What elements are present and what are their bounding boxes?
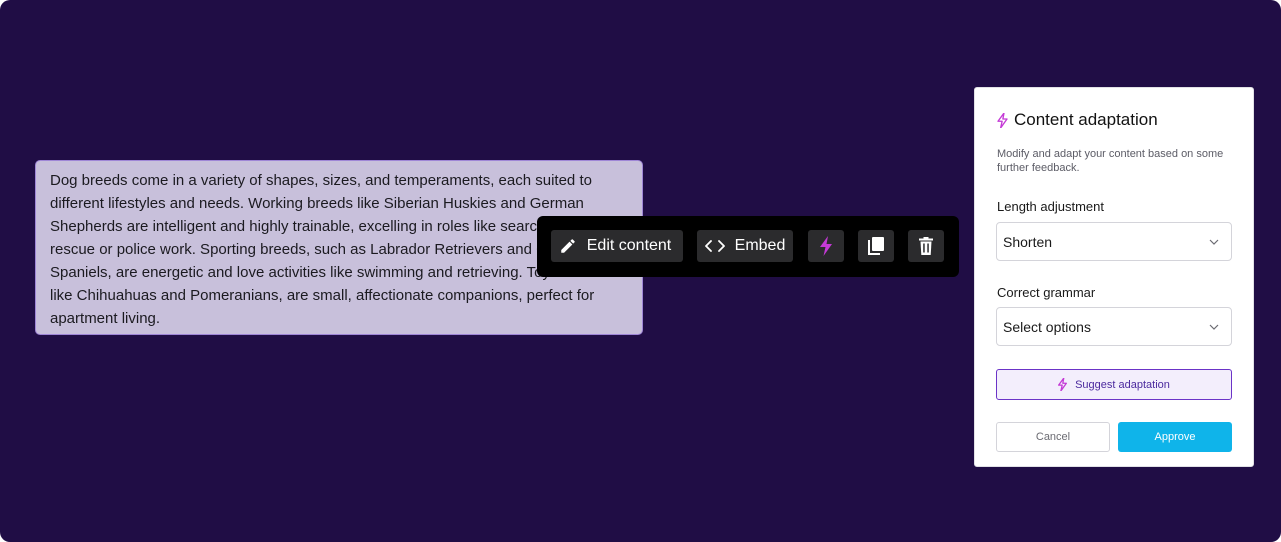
approve-label: Approve xyxy=(1154,431,1196,443)
lightning-icon xyxy=(997,112,1008,128)
cancel-label: Cancel xyxy=(1035,431,1071,443)
content-line: apartment living. xyxy=(50,310,161,327)
copy-button[interactable] xyxy=(858,230,894,262)
content-line: different lifestyles and needs. Working … xyxy=(50,195,584,212)
code-icon xyxy=(704,239,725,253)
correct-grammar-label: Correct grammar xyxy=(997,285,1096,300)
correct-grammar-placeholder: Select options xyxy=(1003,318,1091,335)
content-adaptation-panel: Content adaptation Modify and adapt your… xyxy=(974,87,1254,467)
ai-adapt-button[interactable] xyxy=(808,230,844,262)
correct-grammar-select[interactable]: Select options xyxy=(996,307,1232,346)
length-adjustment-select[interactable]: Shorten xyxy=(996,222,1232,261)
panel-title-text: Content adaptation xyxy=(1014,110,1158,129)
lightning-icon xyxy=(1058,378,1068,391)
content-line: Dog breeds come in a variety of shapes, … xyxy=(50,172,592,189)
delete-button[interactable] xyxy=(908,230,944,262)
cancel-button[interactable]: Cancel xyxy=(996,422,1110,452)
trash-icon xyxy=(918,237,934,255)
length-adjustment-label: Length adjustment xyxy=(997,199,1104,214)
suggest-adaptation-button[interactable]: Suggest adaptation xyxy=(996,369,1232,400)
floating-toolbar: Edit content Embed xyxy=(537,216,959,277)
panel-description: Modify and adapt your content based on s… xyxy=(997,148,1224,174)
edit-content-label: Edit content xyxy=(586,237,672,254)
embed-button[interactable]: Embed xyxy=(697,230,793,262)
pencil-icon xyxy=(559,237,577,255)
app-canvas: Dog breeds come in a variety of shapes, … xyxy=(0,0,1281,542)
lightning-icon xyxy=(819,236,833,256)
copy-icon xyxy=(867,236,885,256)
approve-button[interactable]: Approve xyxy=(1118,422,1232,452)
chevron-down-icon xyxy=(1209,239,1219,245)
content-line: like Chihuahuas and Pomeranians, are sma… xyxy=(50,287,595,304)
panel-title: Content adaptation xyxy=(997,110,1158,130)
embed-label: Embed xyxy=(734,237,786,254)
edit-content-button[interactable]: Edit content xyxy=(551,230,683,262)
chevron-down-icon xyxy=(1209,324,1219,330)
suggest-adaptation-label: Suggest adaptation xyxy=(1075,378,1170,391)
length-adjustment-value: Shorten xyxy=(1003,233,1053,250)
